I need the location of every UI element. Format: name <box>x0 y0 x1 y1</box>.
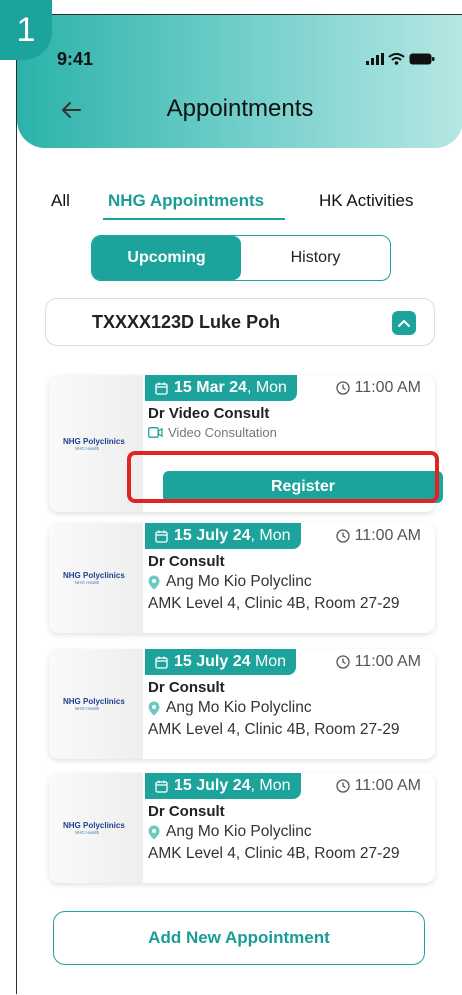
location-pin-icon <box>148 701 160 715</box>
upcoming-button[interactable]: Upcoming <box>92 236 241 280</box>
date-day: , Mon <box>250 527 291 544</box>
nhg-polyclinics-logo: NHG Polyclinics NHG Health <box>63 436 125 451</box>
register-highlight-box <box>127 451 439 503</box>
appointment-date: 15 Mar 24, Mon <box>145 375 297 401</box>
clinic-address: AMK Level 4, Clinic 4B, Room 27-29 <box>148 721 400 738</box>
date-day: , Mon <box>246 379 287 396</box>
tab-nhg-appointments[interactable]: NHG Appointments <box>108 191 264 211</box>
clinic-location: Ang Mo Kio Polyclinc <box>148 573 312 591</box>
nhg-polyclinics-logo: NHG Polyclinics NHG Health <box>63 697 125 711</box>
patient-dropdown[interactable]: TXXXX123D Luke Poh <box>45 298 435 346</box>
clock-icon <box>335 529 350 543</box>
clock-icon <box>335 381 350 395</box>
battery-icon <box>409 53 435 65</box>
appointment-time: 11:00 AM <box>335 777 421 795</box>
date-value: 15 July 24 <box>174 527 251 544</box>
doctor-name: Dr Video Consult <box>148 405 270 422</box>
date-day: Mon <box>250 653 287 670</box>
clinic-address: AMK Level 4, Clinic 4B, Room 27-29 <box>148 845 400 862</box>
step-number-badge: 1 <box>0 0 52 60</box>
appointment-time: 11:00 AM <box>335 379 421 397</box>
clinic-logo-area: NHG Polyclinics NHG Health <box>49 523 143 633</box>
clinic-logo-area: NHG Polyclinics NHG Health <box>49 773 143 883</box>
upcoming-history-toggle: Upcoming History <box>91 235 391 281</box>
add-new-appointment-button[interactable]: Add New Appointment <box>53 911 425 965</box>
clinic-logo-area: NHG Polyclinics NHG Health <box>49 649 143 759</box>
appointment-card[interactable]: NHG Polyclinics NHG Health 15 July 24, M… <box>49 523 435 633</box>
appointment-date: 15 July 24, Mon <box>145 773 301 799</box>
appointment-card[interactable]: NHG Polyclinics NHG Health 15 July 24 Mo… <box>49 649 435 759</box>
clinic-address: AMK Level 4, Clinic 4B, Room 27-29 <box>148 595 400 612</box>
chevron-up-icon[interactable] <box>392 311 416 335</box>
location-pin-icon <box>148 575 160 589</box>
calendar-icon <box>155 382 168 395</box>
doctor-name: Dr Consult <box>148 553 225 570</box>
active-tab-underline <box>103 218 285 220</box>
status-icons <box>366 53 435 65</box>
consultation-type: Video Consultation <box>148 425 277 440</box>
appointment-time: 11:00 AM <box>335 653 421 671</box>
category-tabs: All NHG Appointments HK Activities <box>17 187 462 221</box>
nhg-polyclinics-logo: NHG Polyclinics NHG Health <box>63 821 125 835</box>
location-pin-icon <box>148 825 160 839</box>
appointment-date: 15 July 24, Mon <box>145 523 301 549</box>
tab-all[interactable]: All <box>51 191 70 211</box>
doctor-name: Dr Consult <box>148 803 225 820</box>
appointment-time: 11:00 AM <box>335 527 421 545</box>
video-camera-icon <box>148 427 163 438</box>
appointment-date: 15 July 24 Mon <box>145 649 297 675</box>
doctor-name: Dr Consult <box>148 679 225 696</box>
app-header: 9:41 Appointments <box>17 15 462 148</box>
page-title: Appointments <box>166 95 314 122</box>
patient-name: TXXXX123D Luke Poh <box>92 311 281 332</box>
phone-screen: 9:41 Appointments All NHG Appointments H <box>16 14 462 994</box>
date-value: 15 July 24 <box>174 777 251 794</box>
status-time: 9:41 <box>57 49 94 69</box>
history-button[interactable]: History <box>241 236 390 280</box>
date-value: 15 July 24 <box>174 653 251 670</box>
calendar-icon <box>155 530 168 543</box>
date-value: 15 Mar 24 <box>174 379 247 396</box>
nhg-polyclinics-logo: NHG Polyclinics NHG Health <box>63 571 125 585</box>
date-day: , Mon <box>250 777 291 794</box>
signal-icon <box>366 53 384 65</box>
wifi-icon <box>388 53 405 65</box>
clock-icon <box>335 779 350 793</box>
tab-hk-activities[interactable]: HK Activities <box>319 191 413 211</box>
calendar-icon <box>155 780 168 793</box>
clinic-location: Ang Mo Kio Polyclinc <box>148 699 312 717</box>
calendar-icon <box>155 656 168 669</box>
clock-icon <box>335 655 350 669</box>
appointment-card[interactable]: NHG Polyclinics NHG Health 15 July 24, M… <box>49 773 435 883</box>
clinic-location: Ang Mo Kio Polyclinc <box>148 823 312 841</box>
